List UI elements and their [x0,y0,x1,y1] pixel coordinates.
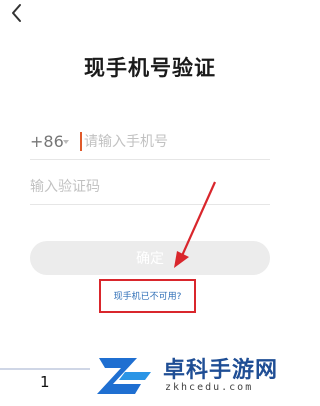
code-row [30,171,270,205]
phone-unavailable-link[interactable]: 现手机已不可用? [100,289,195,302]
chevron-down-icon[interactable] [63,140,69,144]
chevron-left-icon[interactable] [6,2,28,24]
phone-row: +86 [30,126,270,160]
confirm-button[interactable]: 确定 [30,241,270,275]
phone-input[interactable] [84,130,270,154]
verification-code-input[interactable] [30,175,270,199]
watermark-url: zkhcedu.com [165,382,254,393]
bottom-divider [0,368,90,370]
text-cursor [80,132,82,151]
page-title: 现手机号验证 [84,56,216,80]
watermark-logo-icon [97,358,151,394]
country-code-selector[interactable]: +86 [30,132,64,151]
page-number: 1 [40,373,50,391]
top-bar [0,0,300,26]
watermark-title: 卓科手游网 [163,358,279,383]
